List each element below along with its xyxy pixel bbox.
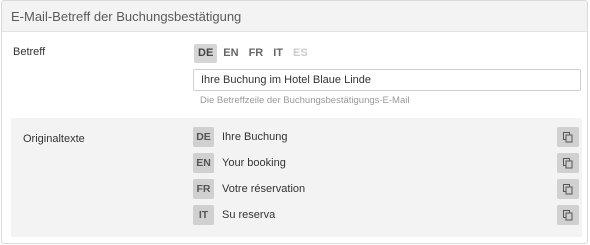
lang-tab-en[interactable]: EN bbox=[219, 44, 242, 63]
copy-icon bbox=[563, 209, 573, 220]
copy-button-en[interactable] bbox=[557, 153, 579, 173]
subject-label: Betreff bbox=[13, 46, 46, 58]
copy-icon bbox=[563, 131, 573, 142]
copy-icon bbox=[563, 183, 573, 194]
original-text-row-de: DE Ihre Buchung bbox=[193, 127, 579, 147]
copy-button-it[interactable] bbox=[557, 205, 579, 225]
lang-tab-es: ES bbox=[293, 47, 308, 59]
subject-input[interactable] bbox=[193, 69, 581, 91]
original-texts-section: Originaltexte DE Ihre Buchung EN Your bo… bbox=[11, 118, 582, 237]
subject-help-text: Die Betreffzeile der Buchungsbestätigung… bbox=[200, 95, 410, 106]
lang-badge-de: DE bbox=[193, 127, 214, 147]
original-text-de: Ihre Buchung bbox=[222, 131, 288, 143]
copy-button-de[interactable] bbox=[557, 127, 579, 147]
lang-badge-en: EN bbox=[193, 153, 214, 173]
original-text-row-en: EN Your booking bbox=[193, 153, 579, 173]
original-texts-label: Originaltexte bbox=[23, 133, 85, 145]
lang-tab-it[interactable]: IT bbox=[269, 44, 287, 63]
lang-badge-it: IT bbox=[193, 205, 214, 225]
lang-tab-de[interactable]: DE bbox=[194, 44, 218, 63]
panel-header: E-Mail-Betreff der Buchungsbestätigung bbox=[2, 1, 587, 32]
original-text-fr: Votre réservation bbox=[222, 183, 306, 195]
lang-tab-fr[interactable]: FR bbox=[245, 44, 268, 63]
language-tabs: DE EN FR IT ES bbox=[194, 44, 314, 63]
panel-title: E-Mail-Betreff der Buchungsbestätigung bbox=[11, 8, 242, 24]
copy-button-fr[interactable] bbox=[557, 179, 579, 199]
lang-badge-fr: FR bbox=[193, 179, 214, 199]
copy-icon bbox=[563, 157, 573, 168]
email-subject-panel: E-Mail-Betreff der Buchungsbestätigung B… bbox=[1, 0, 588, 244]
original-text-row-it: IT Su reserva bbox=[193, 205, 579, 225]
original-text-it: Su reserva bbox=[222, 209, 276, 221]
original-text-en: Your booking bbox=[222, 157, 286, 169]
original-text-row-fr: FR Votre réservation bbox=[193, 179, 579, 199]
